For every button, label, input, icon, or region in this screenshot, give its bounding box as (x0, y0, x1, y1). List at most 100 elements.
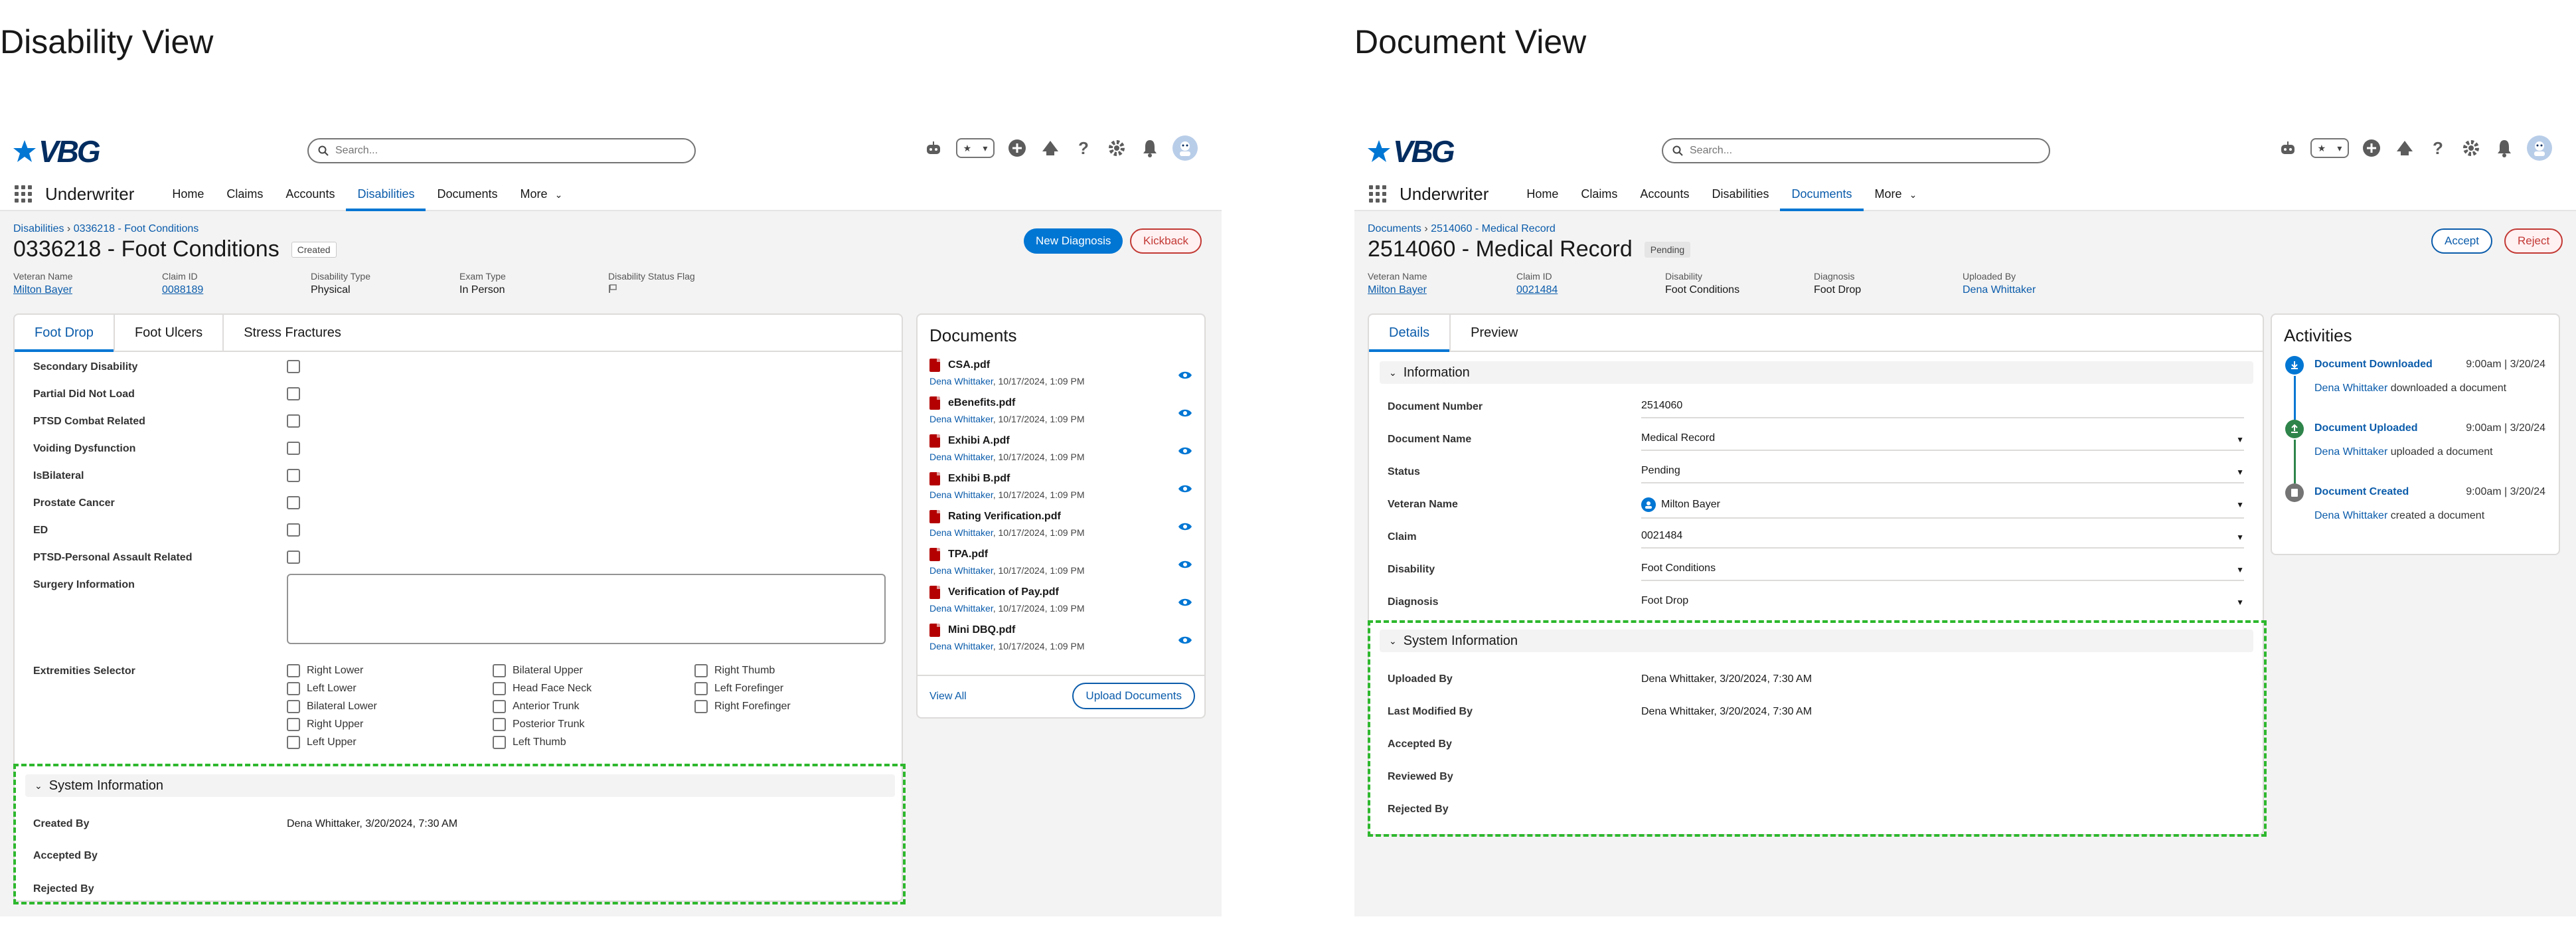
extremity-checkbox[interactable] (694, 700, 708, 713)
extremity-option[interactable]: Anterior Trunk (493, 700, 579, 713)
partial-did-not-load-checkbox[interactable] (287, 387, 300, 400)
upload-documents-button[interactable]: Upload Documents (1072, 683, 1195, 709)
extremity-option[interactable]: Right Lower (287, 664, 363, 677)
dropdown-arrow-icon[interactable]: ▼ (2236, 533, 2244, 542)
document-item[interactable]: CSA.pdf Dena Whittaker, 10/17/2024, 1:09 … (929, 359, 1192, 396)
document-name[interactable]: Rating Verification.pdf (948, 511, 1061, 523)
help-icon[interactable]: ? (2427, 137, 2449, 159)
diagnosis-field[interactable]: Diagnosis Foot Drop ▼ (1388, 587, 2244, 619)
document-name[interactable]: eBenefits.pdf (948, 397, 1015, 409)
information-header[interactable]: ⌄ Information (1380, 361, 2253, 384)
eye-icon[interactable] (1178, 522, 1192, 531)
gear-icon[interactable] (2460, 137, 2482, 159)
extremity-checkbox[interactable] (287, 718, 300, 731)
tab-details[interactable]: Details (1369, 315, 1451, 352)
document-name[interactable]: Exhibi B.pdf (948, 473, 1010, 485)
document-item[interactable]: TPA.pdf Dena Whittaker, 10/17/2024, 1:09 … (929, 548, 1192, 585)
eye-icon[interactable] (1178, 408, 1192, 418)
system-information-header[interactable]: ⌄ System Information (1380, 630, 2253, 652)
dropdown-arrow-icon[interactable]: ▼ (2236, 500, 2244, 509)
activity-title[interactable]: Document Created (2314, 486, 2409, 498)
document-user-link[interactable]: Dena Whittaker (929, 414, 993, 424)
document-item[interactable]: eBenefits.pdf Dena Whittaker, 10/17/2024,… (929, 396, 1192, 434)
document-name[interactable]: Verification of Pay.pdf (948, 586, 1059, 598)
new-diagnosis-button[interactable]: New Diagnosis (1024, 228, 1123, 254)
extremity-checkbox[interactable] (287, 700, 300, 713)
extremity-checkbox[interactable] (694, 664, 708, 677)
nav-more[interactable]: More ⌄ (1864, 177, 1929, 211)
document-user-link[interactable]: Dena Whittaker (929, 489, 993, 500)
voiding-dysfunction-checkbox[interactable] (287, 442, 300, 455)
field-value[interactable]: Foot Drop ▼ (1641, 595, 2244, 612)
nav-home[interactable]: Home (161, 177, 215, 211)
robot-icon[interactable] (2277, 137, 2298, 159)
extremity-option[interactable]: Left Thumb (493, 736, 566, 749)
veteran-name-link[interactable]: Milton Bayer (1368, 284, 1516, 296)
add-icon[interactable] (1006, 137, 1028, 159)
extremity-checkbox[interactable] (493, 682, 506, 695)
field-value[interactable]: Medical Record ▼ (1641, 432, 2244, 451)
nav-accounts[interactable]: Accounts (274, 177, 346, 211)
extremity-option[interactable]: Posterior Trunk (493, 718, 584, 731)
eye-icon[interactable] (1178, 446, 1192, 456)
activity-user-link[interactable]: Dena Whittaker (2314, 446, 2387, 458)
search-input[interactable]: Search... (307, 138, 696, 163)
eye-icon[interactable] (1178, 598, 1192, 607)
bell-icon[interactable] (1139, 137, 1161, 159)
activity-title[interactable]: Document Uploaded (2314, 422, 2418, 434)
document-user-link[interactable]: Dena Whittaker (929, 565, 993, 576)
document-name[interactable]: Mini DBQ.pdf (948, 624, 1015, 636)
document-item[interactable]: Exhibi A.pdf Dena Whittaker, 10/17/2024, … (929, 434, 1192, 472)
nav-more[interactable]: More ⌄ (509, 177, 574, 211)
nav-claims[interactable]: Claims (1570, 177, 1629, 211)
reject-button[interactable]: Reject (2504, 228, 2563, 254)
nav-documents[interactable]: Documents (1780, 177, 1864, 211)
field-value[interactable]: Milton Bayer ▼ (1641, 497, 2244, 519)
app-launcher-icon[interactable] (1369, 185, 1386, 203)
extremity-checkbox[interactable] (493, 718, 506, 731)
tab-preview[interactable]: Preview (1451, 315, 1538, 351)
document-name[interactable]: TPA.pdf (948, 549, 988, 560)
dropdown-arrow-icon[interactable]: ▼ (2236, 598, 2244, 607)
tab-stress-fractures[interactable]: Stress Fractures (224, 315, 361, 351)
claim-field[interactable]: Claim 0021484 ▼ (1388, 522, 2244, 554)
extremity-option[interactable]: Left Upper (287, 736, 357, 749)
extremity-checkbox[interactable] (287, 664, 300, 677)
document-user-link[interactable]: Dena Whittaker (929, 376, 993, 386)
document-name[interactable]: CSA.pdf (948, 359, 990, 371)
surgery-information-textarea[interactable] (287, 574, 886, 644)
logo[interactable]: VBG (1366, 134, 1455, 169)
disability-field[interactable]: Disability Foot Conditions ▼ (1388, 555, 2244, 586)
extremity-checkbox[interactable] (493, 664, 506, 677)
document-name-field[interactable]: Document Name Medical Record ▼ (1388, 424, 2244, 456)
user-avatar[interactable] (2527, 135, 2552, 161)
nav-accounts[interactable]: Accounts (1629, 177, 1700, 211)
prostate-cancer-checkbox[interactable] (287, 496, 300, 509)
document-user-link[interactable]: Dena Whittaker (929, 641, 993, 651)
nav-claims[interactable]: Claims (215, 177, 274, 211)
field-value[interactable]: 0021484 ▼ (1641, 530, 2244, 549)
breadcrumb-root[interactable]: Documents (1368, 223, 1421, 234)
ed-checkbox[interactable] (287, 523, 300, 537)
eye-icon[interactable] (1178, 484, 1192, 493)
document-item[interactable]: Rating Verification.pdf Dena Whittaker, 1… (929, 510, 1192, 547)
ptsd-personal-assault-checkbox[interactable] (287, 551, 300, 564)
uploaded-by-link[interactable]: Dena Whittaker (1963, 284, 2111, 296)
extremity-option[interactable]: Bilateral Upper (493, 664, 583, 677)
activity-title[interactable]: Document Downloaded (2314, 359, 2433, 371)
document-item[interactable]: Verification of Pay.pdf Dena Whittaker, 1… (929, 586, 1192, 623)
extremity-option[interactable]: Bilateral Lower (287, 700, 377, 713)
activity-user-link[interactable]: Dena Whittaker (2314, 510, 2387, 521)
accept-button[interactable]: Accept (2431, 228, 2492, 254)
trailhead-icon[interactable] (1040, 137, 1061, 159)
veteran-name-link[interactable]: Milton Bayer (13, 284, 162, 296)
kickback-button[interactable]: Kickback (1130, 228, 1202, 254)
claim-id-link[interactable]: 0088189 (162, 284, 311, 296)
add-icon[interactable] (2361, 137, 2382, 159)
system-information-header[interactable]: ⌄ System Information (25, 774, 895, 797)
extremity-checkbox[interactable] (493, 700, 506, 713)
extremity-checkbox[interactable] (493, 736, 506, 749)
isbilateral-checkbox[interactable] (287, 469, 300, 482)
favorites-icon[interactable]: ★ ▾ (956, 138, 995, 158)
document-name[interactable]: Exhibi A.pdf (948, 435, 1010, 447)
